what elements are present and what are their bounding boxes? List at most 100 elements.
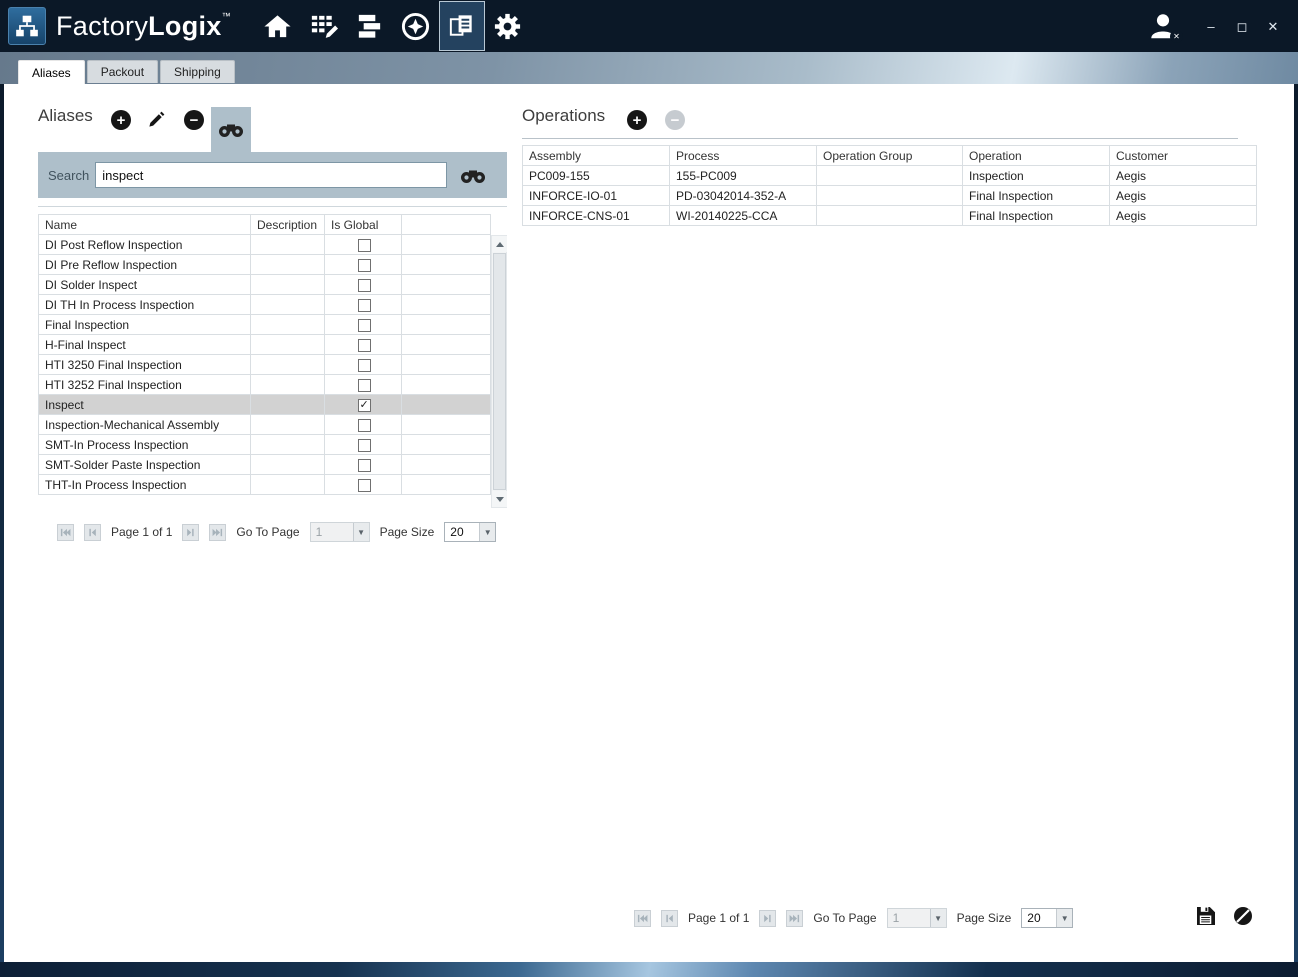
is-global-checkbox[interactable] <box>358 319 371 332</box>
alias-row[interactable]: SMT-In Process Inspection <box>39 435 491 455</box>
page-size-select[interactable]: 20 ▼ <box>444 522 496 542</box>
is-global-checkbox[interactable] <box>358 299 371 312</box>
window-bottom-border <box>0 962 1298 977</box>
alias-row[interactable]: DI Solder Inspect <box>39 275 491 295</box>
first-page-button[interactable] <box>634 910 651 927</box>
go-to-page-input[interactable]: 1 ▼ <box>887 908 947 928</box>
tab-aliases[interactable]: Aliases <box>18 60 85 84</box>
is-global-checkbox[interactable] <box>358 399 371 412</box>
production-grid-icon[interactable] <box>301 0 347 52</box>
alias-row[interactable]: Final Inspection <box>39 315 491 335</box>
alias-row[interactable]: SMT-Solder Paste Inspection <box>39 455 491 475</box>
is-global-checkbox[interactable] <box>358 359 371 372</box>
vertical-scrollbar[interactable] <box>491 235 507 508</box>
cancel-slash-icon[interactable] <box>1233 906 1253 931</box>
alias-name-cell: DI Pre Reflow Inspection <box>39 255 251 275</box>
is-global-checkbox[interactable] <box>358 419 371 432</box>
is-global-checkbox[interactable] <box>358 239 371 252</box>
aliases-column-header[interactable]: Description <box>251 215 325 235</box>
alias-isglobal-cell <box>325 475 402 495</box>
alias-empty-cell <box>402 295 491 315</box>
page-size-label: Page Size <box>380 525 435 539</box>
page-indicator: Page 1 of 1 <box>111 525 172 539</box>
remove-alias-button[interactable]: − <box>184 110 204 130</box>
first-page-button[interactable] <box>57 524 74 541</box>
logo-factory: Factory <box>56 11 148 41</box>
minimize-button[interactable]: – <box>1204 20 1218 33</box>
search-binoculars-toggle[interactable] <box>211 107 251 152</box>
settings-gear-icon[interactable] <box>485 0 531 52</box>
operations-column-header[interactable]: Operation <box>963 146 1110 166</box>
alias-description-cell <box>251 475 325 495</box>
operation-row[interactable]: INFORCE-IO-01PD-03042014-352-AFinal Insp… <box>523 186 1257 206</box>
add-alias-button[interactable]: + <box>111 110 131 130</box>
alias-row[interactable]: Inspect <box>39 395 491 415</box>
alias-row[interactable]: Inspection-Mechanical Assembly <box>39 415 491 435</box>
add-operation-button[interactable]: + <box>627 110 647 130</box>
alias-row[interactable]: DI Post Reflow Inspection <box>39 235 491 255</box>
operations-column-header[interactable]: Process <box>670 146 817 166</box>
scroll-up-icon[interactable] <box>492 236 507 252</box>
operation-row[interactable]: PC009-155155-PC009InspectionAegis <box>523 166 1257 186</box>
search-input[interactable] <box>95 162 447 188</box>
operations-separator <box>522 138 1238 139</box>
warehouse-stack-icon[interactable] <box>347 0 393 52</box>
titlebar-right: ✕ – ◻ ✕ <box>1148 11 1298 41</box>
operation-cell <box>817 206 963 226</box>
aliases-column-header[interactable] <box>402 215 491 235</box>
close-button[interactable]: ✕ <box>1266 20 1280 33</box>
last-page-button[interactable] <box>209 524 226 541</box>
operations-column-header[interactable]: Assembly <box>523 146 670 166</box>
alias-name-cell: Inspection-Mechanical Assembly <box>39 415 251 435</box>
alias-row[interactable]: HTI 3250 Final Inspection <box>39 355 491 375</box>
last-page-button[interactable] <box>786 910 803 927</box>
aliases-column-header[interactable]: Name <box>39 215 251 235</box>
alias-row[interactable]: DI Pre Reflow Inspection <box>39 255 491 275</box>
remove-operation-button[interactable]: − <box>665 110 685 130</box>
save-floppy-icon[interactable] <box>1196 906 1216 931</box>
run-search-binoculars-icon[interactable] <box>460 167 486 184</box>
tab-packout[interactable]: Packout <box>87 60 158 83</box>
operations-column-header[interactable]: Customer <box>1110 146 1257 166</box>
is-global-checkbox[interactable] <box>358 379 371 392</box>
next-page-button[interactable] <box>759 910 776 927</box>
scroll-down-icon[interactable] <box>492 491 507 507</box>
alias-isglobal-cell <box>325 455 402 475</box>
aliases-pagination: Page 1 of 1 Go To Page 1 ▼ Page Size 20 … <box>57 522 496 542</box>
app-window: FactoryLogix™ <box>0 0 1298 977</box>
reports-documents-icon[interactable] <box>439 1 485 51</box>
page-size-select[interactable]: 20 ▼ <box>1021 908 1073 928</box>
is-global-checkbox[interactable] <box>358 459 371 472</box>
is-global-checkbox[interactable] <box>358 259 371 272</box>
operation-row[interactable]: INFORCE-CNS-01WI-20140225-CCAFinal Inspe… <box>523 206 1257 226</box>
maximize-button[interactable]: ◻ <box>1235 20 1249 33</box>
alias-empty-cell <box>402 455 491 475</box>
operation-cell: INFORCE-CNS-01 <box>523 206 670 226</box>
home-icon[interactable] <box>255 0 301 52</box>
next-page-button[interactable] <box>182 524 199 541</box>
alias-row[interactable]: DI TH In Process Inspection <box>39 295 491 315</box>
alias-name-cell: H-Final Inspect <box>39 335 251 355</box>
is-global-checkbox[interactable] <box>358 439 371 452</box>
alias-isglobal-cell <box>325 255 402 275</box>
alias-description-cell <box>251 315 325 335</box>
scrollbar-thumb[interactable] <box>493 253 506 490</box>
go-to-page-value: 1 <box>311 525 353 539</box>
previous-page-button[interactable] <box>84 524 101 541</box>
user-icon[interactable]: ✕ <box>1148 11 1178 41</box>
is-global-checkbox[interactable] <box>358 279 371 292</box>
npi-compass-icon[interactable] <box>393 0 439 52</box>
is-global-checkbox[interactable] <box>358 339 371 352</box>
alias-row[interactable]: HTI 3252 Final Inspection <box>39 375 491 395</box>
previous-page-button[interactable] <box>661 910 678 927</box>
operation-cell: PD-03042014-352-A <box>670 186 817 206</box>
operations-column-header[interactable]: Operation Group <box>817 146 963 166</box>
go-to-page-input[interactable]: 1 ▼ <box>310 522 370 542</box>
is-global-checkbox[interactable] <box>358 479 371 492</box>
aliases-column-header[interactable]: Is Global <box>325 215 402 235</box>
tab-shipping[interactable]: Shipping <box>160 60 235 83</box>
alias-row[interactable]: THT-In Process Inspection <box>39 475 491 495</box>
edit-alias-button[interactable] <box>147 110 166 134</box>
alias-description-cell <box>251 395 325 415</box>
alias-row[interactable]: H-Final Inspect <box>39 335 491 355</box>
